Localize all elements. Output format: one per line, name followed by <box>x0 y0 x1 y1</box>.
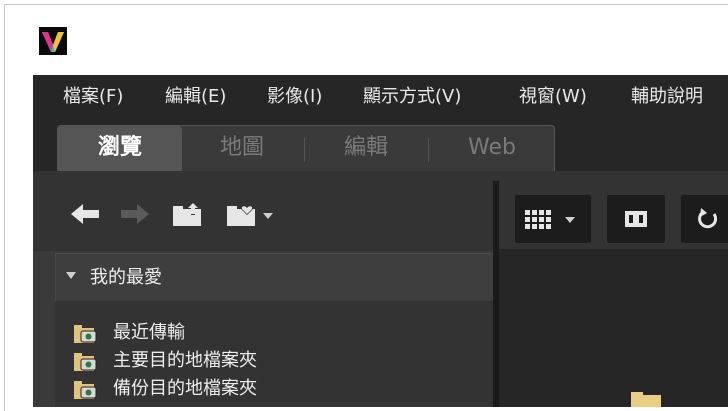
favorite-label: 主要目的地檔案夾 <box>113 350 257 371</box>
menu-help[interactable]: 輔助說明 <box>631 75 703 119</box>
favorites-header[interactable]: 我的最愛 <box>55 253 493 301</box>
favorite-label: 備份目的地檔案夾 <box>113 378 257 399</box>
forward-arrow-icon[interactable] <box>119 201 151 227</box>
favorite-folder-icon[interactable] <box>225 201 275 227</box>
application-window: 檔案(F) 編輯(E) 影像(I) 顯示方式(V) 視窗(W) 輔助說明 瀏覽 … <box>4 4 728 411</box>
menu-image[interactable]: 影像(I) <box>267 75 322 119</box>
navigation-toolbar <box>33 171 493 251</box>
mode-tabs: 瀏覽 地圖 編輯 Web <box>57 125 555 172</box>
tab-edit[interactable]: 編輯 <box>306 126 426 172</box>
left-panel: 我的最愛 最近傳輸 主要目的地檔案夾 備份目的地檔案夾 <box>33 171 493 407</box>
rotate-button[interactable] <box>681 195 728 243</box>
fit-frame-button[interactable] <box>607 195 665 243</box>
collapse-caret-icon[interactable] <box>66 272 76 279</box>
camera-folder-icon <box>74 353 97 371</box>
tab-web[interactable]: Web <box>430 126 554 172</box>
right-panel <box>499 181 728 407</box>
tab-browse[interactable]: 瀏覽 <box>58 126 182 172</box>
up-folder-icon[interactable] <box>171 201 205 227</box>
grid-view-button[interactable] <box>515 195 591 243</box>
view-toolbar <box>499 181 728 249</box>
menu-bar: 檔案(F) 編輯(E) 影像(I) 顯示方式(V) 視窗(W) 輔助說明 <box>33 75 728 119</box>
thumbnail-area[interactable] <box>499 249 728 407</box>
tab-map[interactable]: 地圖 <box>182 126 302 172</box>
folder-thumbnail-icon[interactable] <box>629 391 663 407</box>
rotate-icon <box>698 208 718 229</box>
tab-separator <box>304 138 305 162</box>
favorite-label: 最近傳輸 <box>113 322 185 343</box>
tab-bar: 瀏覽 地圖 編輯 Web <box>33 119 728 172</box>
camera-folder-icon <box>74 381 97 399</box>
back-arrow-icon[interactable] <box>69 201 101 227</box>
tab-separator <box>428 138 429 162</box>
app-main: 檔案(F) 編輯(E) 影像(I) 顯示方式(V) 視窗(W) 輔助說明 瀏覽 … <box>33 75 728 407</box>
menu-view[interactable]: 顯示方式(V) <box>363 75 461 119</box>
grid-view-icon <box>525 210 575 229</box>
menu-edit[interactable]: 編輯(E) <box>165 75 226 119</box>
app-logo-icon <box>39 27 67 55</box>
menu-window[interactable]: 視窗(W) <box>519 75 587 119</box>
favorites-title: 我的最愛 <box>90 267 162 288</box>
camera-folder-icon <box>74 325 97 343</box>
menu-file[interactable]: 檔案(F) <box>63 75 123 119</box>
fit-frame-icon <box>625 211 647 227</box>
favorites-list: 最近傳輸 主要目的地檔案夾 備份目的地檔案夾 <box>55 301 493 407</box>
